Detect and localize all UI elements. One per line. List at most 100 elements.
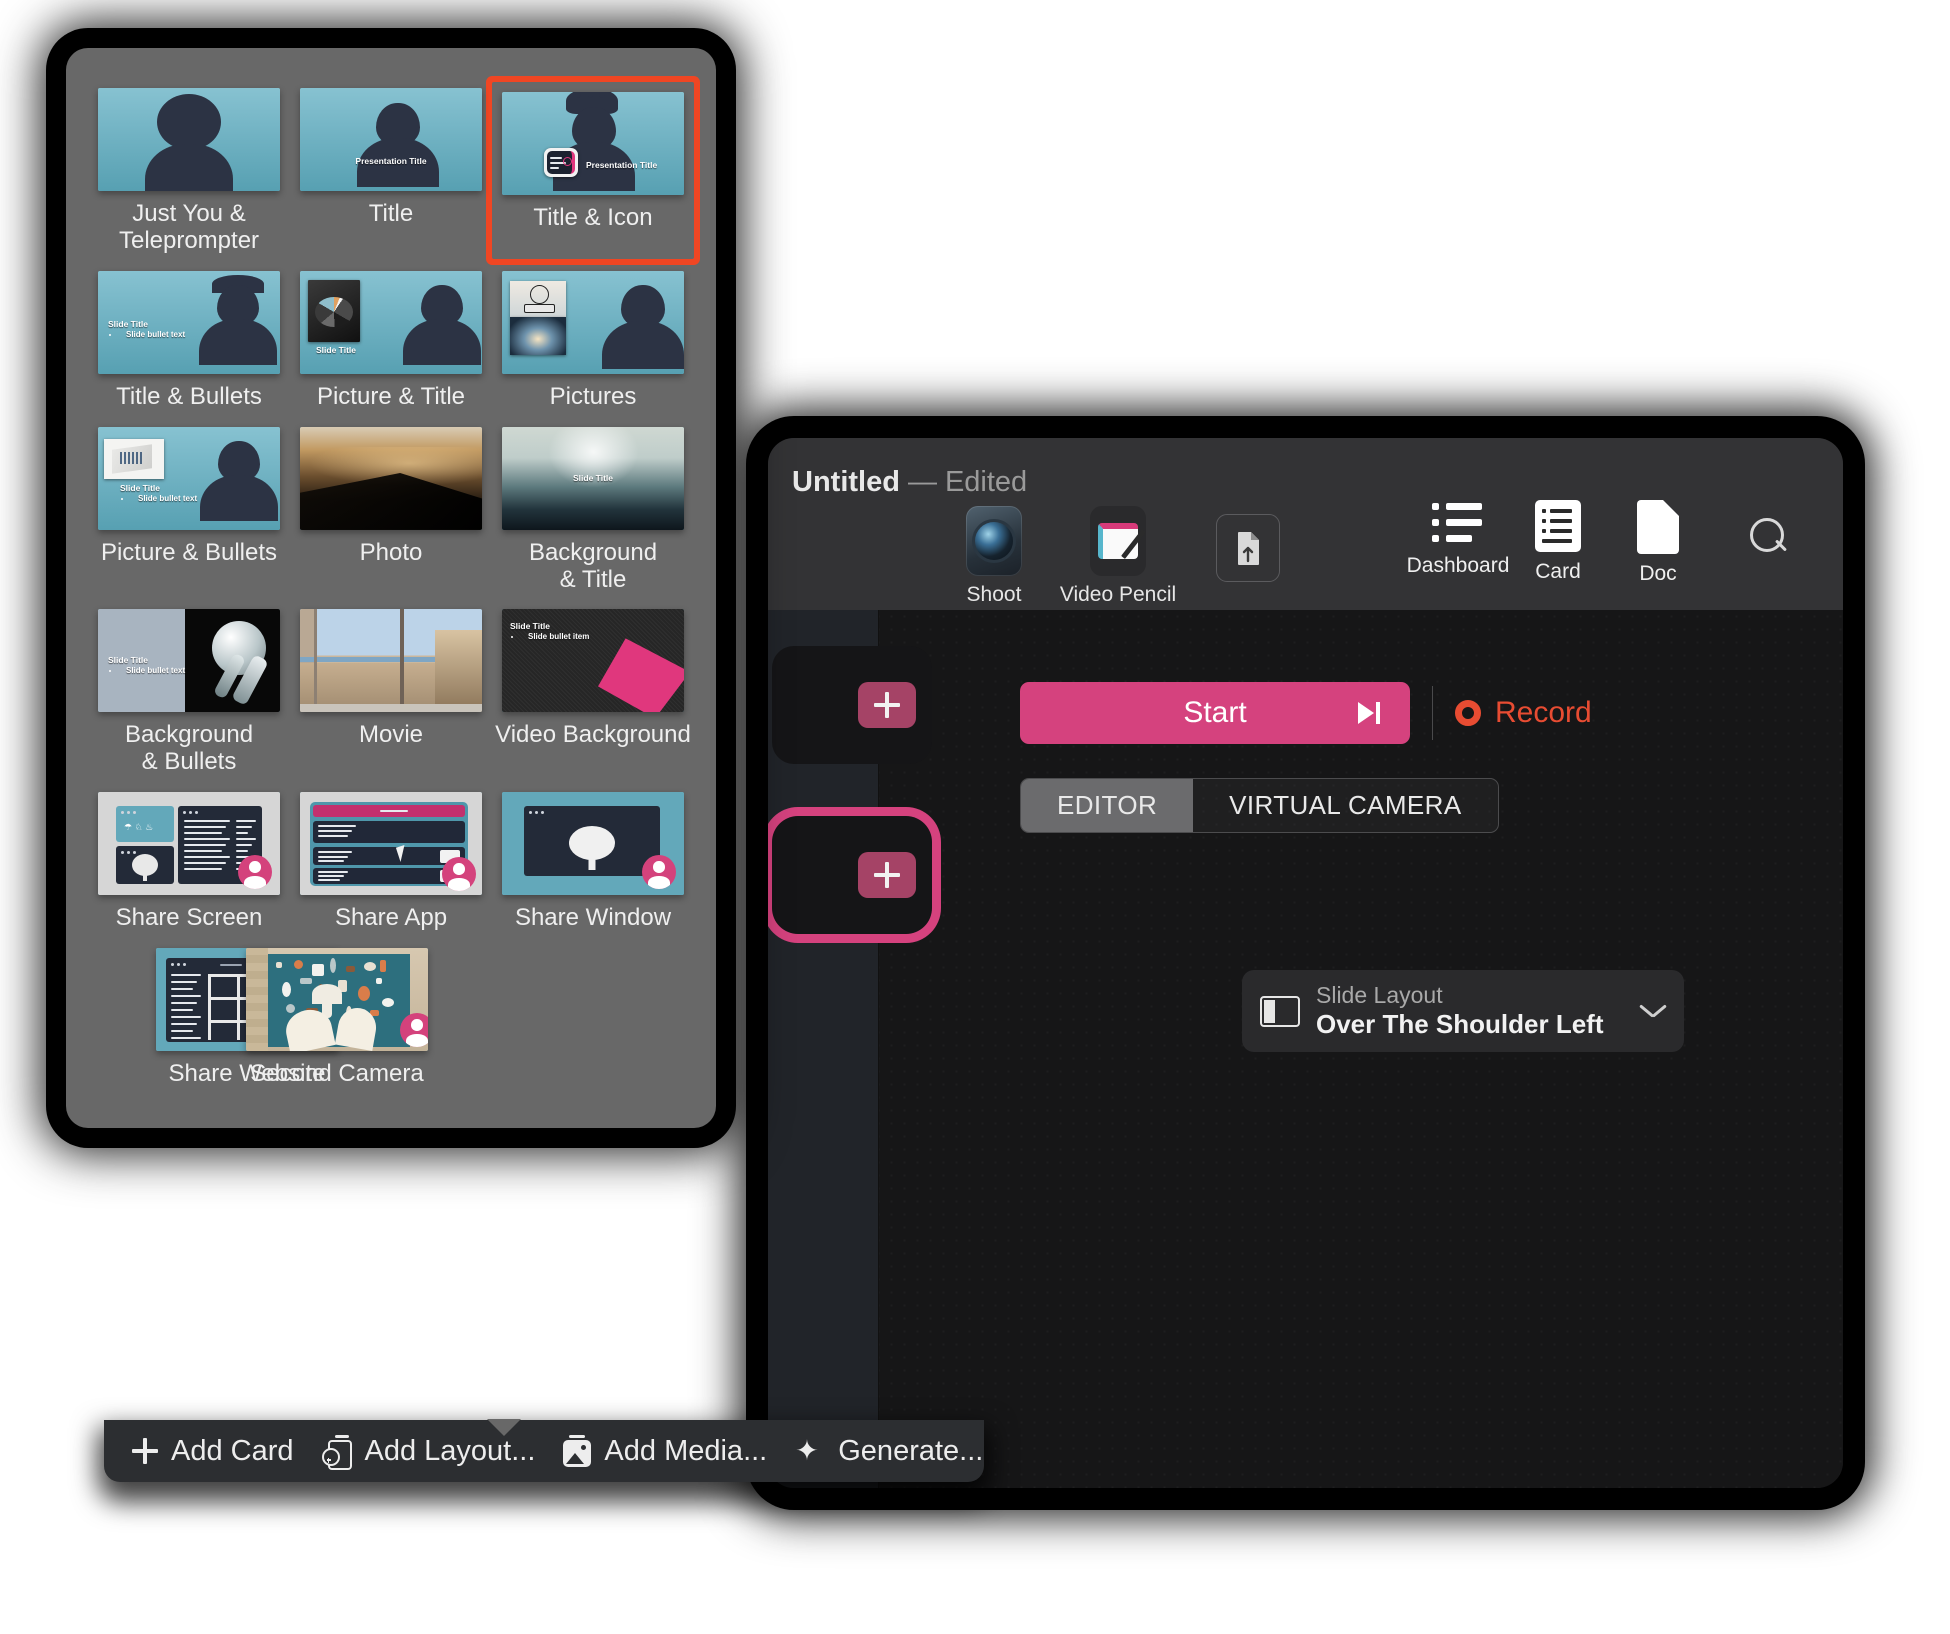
layout-option-label: Pictures [549,382,637,410]
layout-option-movie[interactable]: Movie [290,603,492,780]
layout-option-label: Share Window [514,904,672,932]
bottom-toolbar: Add Card Add Layout... Add Media... ✦ Ge… [104,1419,984,1482]
toolbar-label-shoot: Shoot [966,583,1022,606]
slide-layout-dropdown[interactable]: Slide Layout Over The Shoulder Left [1242,970,1684,1052]
start-button[interactable]: Start [1020,682,1410,744]
title-separator: — [907,466,937,498]
layout-option-second-camera[interactable]: Second Camera [246,942,428,1092]
layout-option-photo[interactable]: Photo [290,421,492,598]
add-layout-button[interactable]: Add Layout... [321,1434,536,1470]
layout-thumbnail [246,948,428,1051]
toolbar-label-dashboard: Dashboard [1406,554,1510,577]
add-card-button[interactable]: Add Card [132,1435,294,1468]
layout-option-share-window[interactable]: Share Window [492,786,694,936]
toolbar-button-dashboard[interactable]: Dashboard [1406,500,1510,578]
layout-thumbnail [98,88,280,191]
layout-picker-popover: Just You & Teleprompter Presentation Titl… [66,48,716,1128]
popover-caret [487,1419,521,1436]
layout-option-label: Movie [358,721,424,749]
video-pencil-icon [1090,506,1146,576]
layout-thumbnail: Slide Title [502,426,684,530]
layout-option-background-title[interactable]: Slide Title Background & Title [492,421,694,598]
layout-grid: Just You & Teleprompter Presentation Titl… [88,82,694,1092]
layout-option-picture-title[interactable]: Slide Title Picture & Title [290,265,492,415]
add-layout-icon [321,1435,352,1470]
export-share-icon [1238,532,1259,565]
add-media-button[interactable]: Add Media... [563,1435,767,1468]
layout-thumbnail: Slide Title Slide bullet text [98,426,280,530]
toolbar-button-video-pencil[interactable]: Video Pencil [1058,506,1178,607]
layout-thumbnail [502,792,684,896]
layout-option-label: Video Background [495,721,691,749]
toolbar-button-shoot[interactable]: Shoot [934,506,1054,607]
toolbar-button-card[interactable]: Card [1508,500,1608,584]
layout-option-just-you-teleprompter[interactable]: Just You & Teleprompter [88,82,290,259]
toolbar-label-card: Card [1535,560,1581,583]
layout-option-pictures[interactable]: Pictures [492,265,694,415]
generate-label: Generate... [838,1434,984,1467]
add-card-label: Add Card [171,1434,294,1467]
document-name: Untitled [792,466,900,498]
layout-option-label: Title & Icon [533,204,653,231]
card-icon [1535,500,1581,552]
layout-thumbnail [300,792,482,896]
plus-icon [132,1438,158,1464]
export-share-button[interactable] [1216,514,1280,582]
window-title: Untitled — Edited [792,466,1027,499]
layout-thumbnail: Presentation Title [300,88,482,191]
screenshot-root: Untitled — Edited Shoot Video Pencil Das… [0,0,1950,1634]
slide-layout-value: Over The Shoulder Left [1316,1008,1604,1039]
slide-layout-caption: Slide Layout [1316,982,1443,1009]
editor-body: Start Record EDITOR VIRTUAL CAMERA Slide… [768,610,1843,1488]
sparkle-wand-icon: ✦ [795,1435,819,1466]
add-media-label: Add Media... [604,1434,768,1467]
layout-thumbnail: ☂ ♘ ♨ [98,792,280,896]
view-switcher: Dashboard Card Doc [1406,500,1708,586]
layout-option-label: Share Screen [115,904,263,932]
layout-option-share-app[interactable]: Share App [290,786,492,936]
layout-thumbnail: Slide Title [300,270,482,374]
layout-option-title-bullets[interactable]: Slide Title Slide bullet text Title & Bull… [88,265,290,415]
tab-editor[interactable]: EDITOR [1021,779,1194,832]
add-layout-label: Add Layout... [364,1434,536,1467]
layout-option-label: Picture & Bullets [100,538,278,566]
generate-button[interactable]: ✦ Generate... [795,1435,983,1468]
card-rail [768,610,932,1488]
toolbar-button-doc[interactable]: Doc [1608,500,1708,586]
toolbar-label-video-pencil: Video Pencil [1059,583,1177,606]
start-button-label: Start [1183,696,1247,729]
editor-pane: Start Record EDITOR VIRTUAL CAMERA Slide… [880,610,1843,1488]
search-icon[interactable] [1748,516,1792,560]
mode-tabs: EDITOR VIRTUAL CAMERA [1020,778,1499,833]
layout-thumbnail [300,609,482,713]
layout-option-background-bullets[interactable]: Slide Title Slide bullet text Background &… [88,603,290,780]
layout-option-label: Title & Bullets [116,382,262,410]
layout-option-label: Title [368,200,414,227]
record-button[interactable]: Record [1455,696,1592,730]
layout-option-label: Background & Title [528,538,658,593]
window-titlebar: Untitled — Edited Shoot Video Pencil Das… [768,438,1843,611]
layout-option-title[interactable]: Presentation Title Title [290,82,492,259]
chevron-down-icon[interactable] [1640,1004,1666,1018]
tab-virtual-camera[interactable]: VIRTUAL CAMERA [1193,779,1498,832]
layout-split-left-icon [1260,995,1300,1027]
layout-option-label: Second Camera [250,1060,424,1087]
camera-lens-icon [966,506,1022,576]
edited-status: Edited [944,466,1028,498]
add-media-icon [563,1435,592,1467]
record-button-label: Record [1495,696,1592,729]
list-icon [1432,500,1484,546]
layout-thumbnail [502,270,684,374]
layout-option-label: Just You & Teleprompter [118,200,260,254]
layout-option-video-background[interactable]: Slide Title Slide bullet item Video Backgr… [492,603,694,780]
main-app-window: Untitled — Edited Shoot Video Pencil Das… [768,438,1843,1488]
layout-option-picture-bullets[interactable]: Slide Title Slide bullet text Picture & Bu… [88,421,290,598]
toolbar-label-doc: Doc [1639,562,1677,585]
layout-thumbnail: Presentation Title [502,92,684,195]
layout-option-share-screen[interactable]: ☂ ♘ ♨ Share Screen [88,786,290,936]
layout-option-label: Photo [359,538,423,566]
layout-option-title-icon[interactable]: Presentation Title Title & Icon [492,82,694,259]
layout-thumbnail: Slide Title Slide bullet text [98,270,280,374]
layout-thumbnail: Slide Title Slide bullet item [502,609,684,713]
document-icon [1637,500,1679,554]
